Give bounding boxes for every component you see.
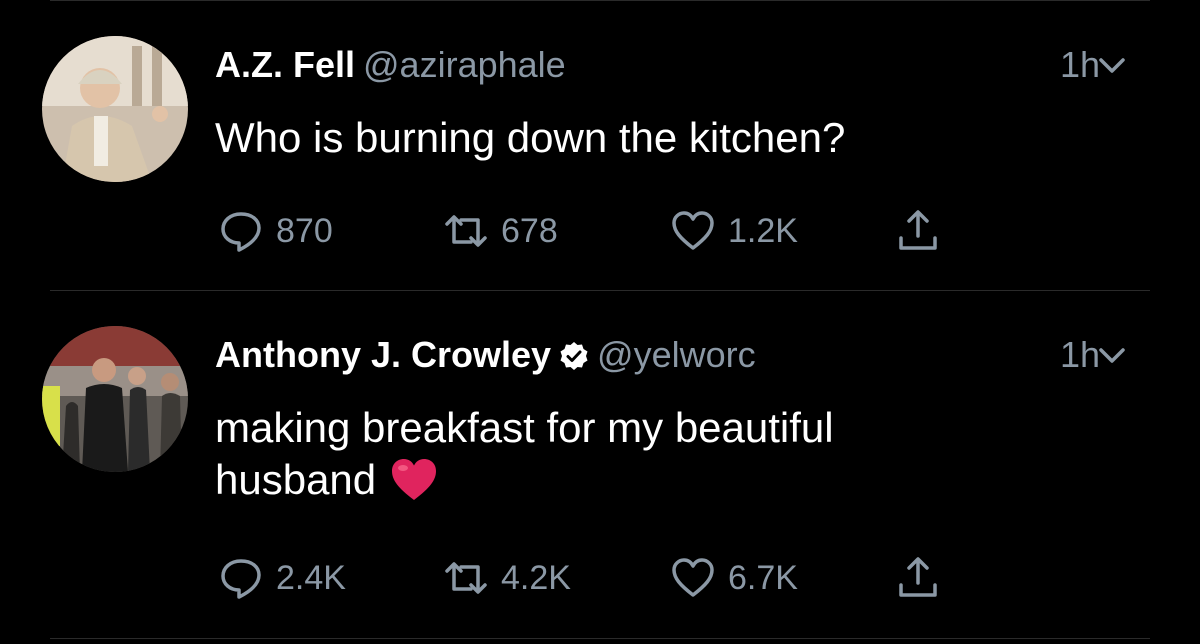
avatar[interactable] bbox=[42, 36, 188, 182]
chevron-down-icon[interactable] bbox=[1098, 346, 1126, 366]
like-count: 1.2K bbox=[728, 211, 798, 250]
retweet-count: 4.2K bbox=[501, 558, 571, 597]
timestamp[interactable]: 1h bbox=[1060, 335, 1100, 375]
avatar-image-icon bbox=[42, 326, 188, 472]
share-button[interactable] bbox=[895, 553, 953, 603]
tweet-text-line-wrap: husband bbox=[215, 454, 834, 506]
tweet-actions: 2.4K 4.2K 6.7K bbox=[215, 553, 975, 603]
like-icon bbox=[672, 558, 714, 597]
tweet-text-line: Who is burning down the kitchen? bbox=[215, 114, 846, 161]
like-icon bbox=[672, 211, 714, 250]
verified-badge-icon bbox=[560, 342, 588, 370]
avatar[interactable] bbox=[42, 326, 188, 472]
retweet-button[interactable]: 4.2K bbox=[443, 553, 571, 603]
retweet-count: 678 bbox=[501, 211, 558, 250]
reply-icon bbox=[221, 559, 261, 599]
tweet-text: Who is burning down the kitchen? bbox=[215, 112, 845, 164]
like-button[interactable]: 1.2K bbox=[670, 206, 798, 256]
tweet-text: making breakfast for my beautiful husban… bbox=[215, 402, 834, 506]
retweet-icon bbox=[445, 215, 487, 247]
retweet-button[interactable]: 678 bbox=[443, 206, 558, 256]
share-icon bbox=[899, 210, 937, 250]
tweet-text-line: making breakfast for my beautiful bbox=[215, 404, 834, 451]
reply-icon bbox=[221, 212, 261, 252]
reply-count: 2.4K bbox=[276, 558, 346, 597]
tweet-actions: 870 678 1.2K bbox=[215, 206, 975, 256]
chevron-down-icon[interactable] bbox=[1098, 56, 1126, 76]
user-handle[interactable]: @yelworc bbox=[597, 334, 756, 375]
like-count: 6.7K bbox=[728, 558, 798, 597]
tweet-header: Anthony J. Crowley @yelworc bbox=[215, 335, 756, 375]
retweet-icon bbox=[445, 562, 487, 594]
share-icon bbox=[899, 557, 937, 597]
reply-button[interactable]: 2.4K bbox=[218, 553, 346, 603]
tweet-header: A.Z. Fell @aziraphale bbox=[215, 45, 566, 85]
like-button[interactable]: 6.7K bbox=[670, 553, 798, 603]
display-name[interactable]: A.Z. Fell bbox=[215, 44, 355, 85]
user-handle[interactable]: @aziraphale bbox=[363, 44, 566, 85]
tweet-text-line: husband bbox=[215, 456, 377, 503]
display-name[interactable]: Anthony J. Crowley bbox=[215, 334, 551, 375]
avatar-image-icon bbox=[42, 36, 188, 182]
share-button[interactable] bbox=[895, 206, 953, 256]
tweet-divider bbox=[50, 290, 1150, 291]
reply-button[interactable]: 870 bbox=[218, 206, 333, 256]
timestamp[interactable]: 1h bbox=[1060, 45, 1100, 85]
top-divider bbox=[50, 0, 1150, 1]
red-heart-emoji bbox=[392, 459, 437, 500]
bottom-divider bbox=[50, 638, 1150, 639]
reply-count: 870 bbox=[276, 211, 333, 250]
